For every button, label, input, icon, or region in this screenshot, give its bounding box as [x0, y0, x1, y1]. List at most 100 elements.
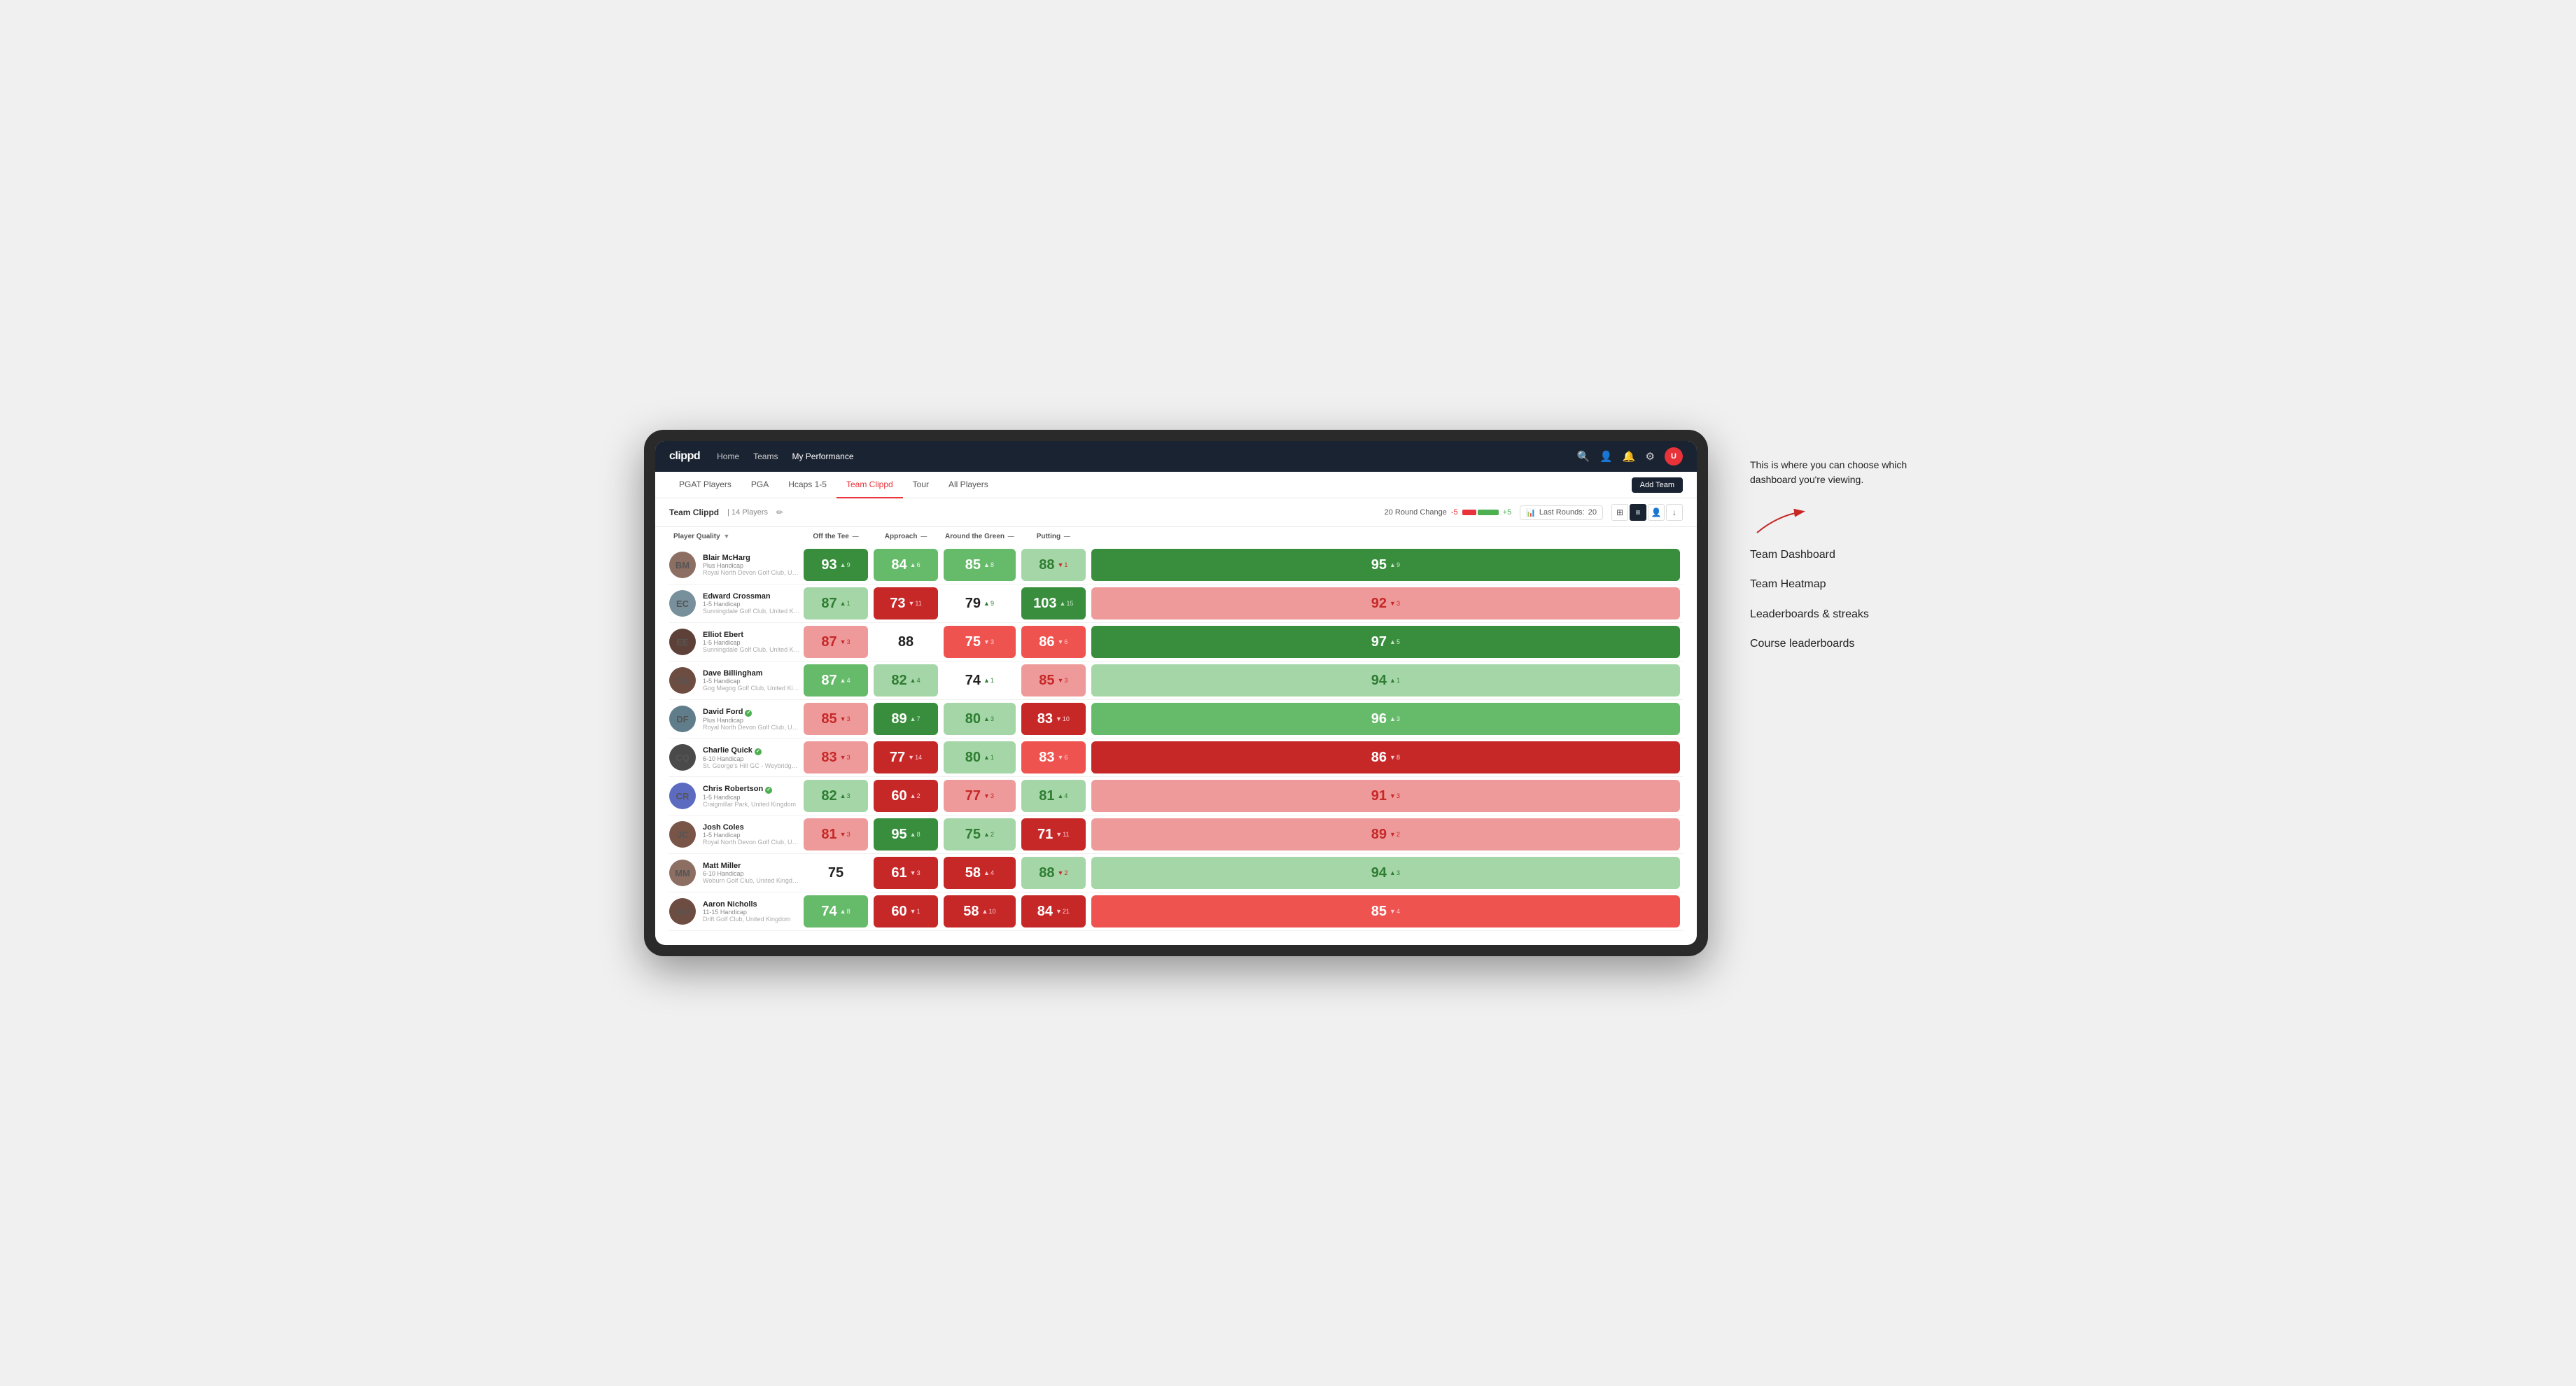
subnav-item-pga[interactable]: PGA [741, 472, 778, 498]
team-header: Team Clippd | 14 Players ✏ 20 Round Chan… [655, 498, 1697, 527]
nav-item-home[interactable]: Home [717, 450, 739, 463]
sort-arrow-putting[interactable]: — [1064, 533, 1070, 540]
score-box: 8421 [1021, 895, 1086, 927]
round-change-label: 20 Round Change [1385, 508, 1447, 517]
menu-item-2: Leaderboards & streaks [1750, 607, 1932, 622]
up-arrow-icon [983, 869, 990, 876]
score-cell-around-green: 814 [1018, 777, 1088, 816]
download-button[interactable]: ↓ [1666, 504, 1683, 521]
subnav-link-team[interactable]: Team Clippd [836, 472, 903, 498]
score-box: 913 [1091, 780, 1680, 812]
score-number: 77 [890, 750, 905, 766]
score-change: 4 [840, 677, 850, 684]
score-change: 3 [983, 792, 994, 799]
bell-icon[interactable]: 🔔 [1623, 450, 1636, 463]
subnav-link-tour[interactable]: Tour [903, 472, 939, 498]
score-box: 7311 [874, 587, 938, 620]
nav-item-teams[interactable]: Teams [753, 450, 778, 463]
table-row[interactable]: ANAaron Nicholls11-15 HandicapDrift Golf… [669, 892, 1683, 931]
score-cell-quality: 813 [801, 816, 871, 854]
subnav-item-tour[interactable]: Tour [903, 472, 939, 498]
player-club: Craigmillar Park, United Kingdom [703, 801, 801, 808]
player-avatar: DF [669, 706, 696, 732]
table-row[interactable]: ECEdward Crossman1-5 HandicapSunningdale… [669, 584, 1683, 623]
score-cell-putting: 923 [1088, 584, 1683, 623]
player-cell-7: JCJosh Coles1-5 HandicapRoyal North Devo… [669, 816, 801, 854]
score-change: 3 [1390, 869, 1400, 876]
up-arrow-icon [1390, 869, 1396, 876]
score-change: 11 [1056, 831, 1069, 838]
subnav-item-team[interactable]: Team Clippd [836, 472, 903, 498]
score-cell-off-tee: 613 [871, 854, 941, 892]
table-view-button[interactable]: ≡ [1630, 504, 1646, 521]
user-icon[interactable]: 👤 [1600, 450, 1613, 463]
table-row[interactable]: MMMatt Miller6-10 HandicapWoburn Golf Cl… [669, 854, 1683, 892]
sort-arrow-off-tee[interactable]: — [853, 533, 859, 540]
player-details: Matt Miller6-10 HandicapWoburn Golf Club… [703, 862, 801, 884]
score-cell-quality: 853 [801, 700, 871, 738]
score-cell-around-green: 866 [1018, 623, 1088, 662]
player-info-container: JCJosh Coles1-5 HandicapRoyal North Devo… [669, 817, 801, 852]
nav-link-teams[interactable]: Teams [753, 451, 778, 461]
edit-icon[interactable]: ✏ [776, 507, 783, 517]
player-handicap: 11-15 Handicap [703, 909, 801, 916]
avatar[interactable]: U [1665, 447, 1683, 465]
score-number: 88 [1039, 557, 1054, 573]
score-change: 5 [1390, 638, 1400, 645]
subnav-link-all[interactable]: All Players [939, 472, 998, 498]
score-cell-off-tee: 7311 [871, 584, 941, 623]
score-cell-putting: 892 [1088, 816, 1683, 854]
score-number: 61 [891, 865, 906, 881]
page-wrapper: clippd Home Teams My Performance 🔍 👤 🔔 ⚙… [644, 430, 1932, 956]
settings-icon[interactable]: ⚙ [1646, 450, 1655, 463]
card-view-button[interactable]: 👤 [1648, 504, 1665, 521]
verified-icon: ✓ [765, 787, 772, 794]
score-change: 9 [840, 561, 850, 568]
table-row[interactable]: JCJosh Coles1-5 HandicapRoyal North Devo… [669, 816, 1683, 854]
up-arrow-icon [983, 715, 990, 722]
score-box: 824 [874, 664, 938, 696]
nav-link-performance[interactable]: My Performance [792, 451, 853, 461]
table-row[interactable]: CQCharlie Quick✓6-10 HandicapSt. George'… [669, 738, 1683, 777]
add-team-button[interactable]: Add Team [1632, 477, 1683, 493]
table-row[interactable]: EEElliot Ebert1-5 HandicapSunningdale Go… [669, 623, 1683, 662]
last-rounds-selector[interactable]: 📊 Last Rounds: 20 [1520, 505, 1603, 520]
subnav-item-all[interactable]: All Players [939, 472, 998, 498]
score-number: 103 [1033, 596, 1056, 612]
up-arrow-icon [840, 677, 846, 684]
score-box: 813 [804, 818, 868, 850]
score-number: 87 [821, 634, 836, 650]
table-row[interactable]: BMBlair McHargPlus HandicapRoyal North D… [669, 546, 1683, 584]
player-cell-6: CRChris Robertson✓1-5 HandicapCraigmilla… [669, 777, 801, 816]
down-arrow-icon [1057, 754, 1063, 761]
score-box: 853 [804, 703, 868, 735]
table-row[interactable]: DFDavid Ford✓Plus HandicapRoyal North De… [669, 700, 1683, 738]
verified-icon: ✓ [755, 748, 762, 755]
score-box: 748 [804, 895, 868, 927]
nav-item-performance[interactable]: My Performance [792, 450, 853, 463]
sort-arrow-player[interactable]: ▼ [723, 533, 729, 540]
down-arrow-icon [840, 831, 846, 838]
table-row[interactable]: DBDave Billingham1-5 HandicapGog Magog G… [669, 662, 1683, 700]
table-row[interactable]: CRChris Robertson✓1-5 HandicapCraigmilla… [669, 777, 1683, 816]
score-number: 77 [965, 788, 981, 804]
grid-view-button[interactable]: ⊞ [1611, 504, 1628, 521]
player-club: Sunningdale Golf Club, United Kingdom [703, 646, 801, 653]
subnav-link-hcaps[interactable]: Hcaps 1-5 [778, 472, 836, 498]
player-handicap: 1-5 Handicap [703, 794, 801, 801]
sort-arrow-approach[interactable]: — [920, 533, 927, 540]
menu-items: Team Dashboard Team Heatmap Leaderboards… [1750, 547, 1932, 652]
score-cell-around-green: 881 [1018, 546, 1088, 584]
subnav-item-pgat[interactable]: PGAT Players [669, 472, 741, 498]
subnav-item-hcaps[interactable]: Hcaps 1-5 [778, 472, 836, 498]
player-avatar: CQ [669, 744, 696, 771]
subnav-link-pgat[interactable]: PGAT Players [669, 472, 741, 498]
sort-arrow-around[interactable]: — [1008, 533, 1014, 540]
nav-link-home[interactable]: Home [717, 451, 739, 461]
up-arrow-icon [910, 677, 916, 684]
up-arrow-icon [1060, 600, 1066, 607]
score-box: 602 [874, 780, 938, 812]
subnav-link-pga[interactable]: PGA [741, 472, 778, 498]
score-change: 21 [1056, 908, 1070, 915]
search-icon[interactable]: 🔍 [1576, 450, 1590, 463]
